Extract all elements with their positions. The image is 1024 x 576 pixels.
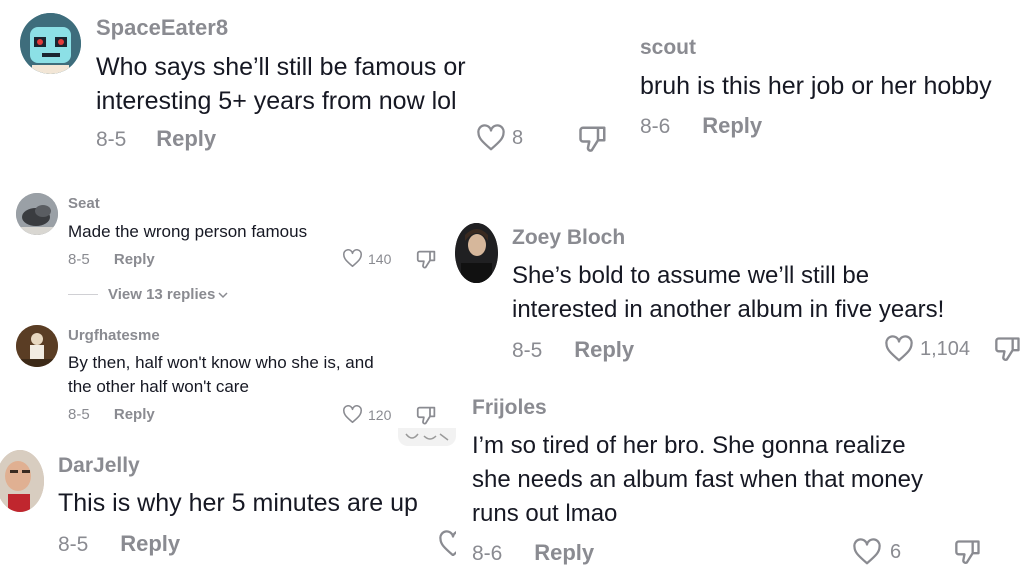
comment-date: 8-5	[96, 128, 127, 151]
comment-meta: 8-5 Reply	[58, 531, 180, 557]
comment-meta: 8-5 Reply	[68, 406, 155, 423]
avatar[interactable]	[455, 223, 498, 283]
like-button[interactable]: 120	[342, 405, 391, 424]
reply-button[interactable]: Reply	[114, 406, 155, 423]
avatar[interactable]	[16, 193, 58, 235]
comment-meta: 8-5 Reply	[68, 251, 155, 268]
chevron-down-icon	[218, 286, 228, 303]
comment-text: This is why her 5 minutes are up	[58, 489, 418, 517]
comment-date: 8-6	[472, 542, 503, 565]
dislike-button[interactable]	[994, 335, 1022, 368]
comment-text: bruh is this her job or her hobby	[640, 72, 992, 100]
reply-button[interactable]: Reply	[120, 531, 180, 557]
comment-meta: 8-6 Reply	[640, 113, 762, 139]
comment-date: 8-5	[68, 251, 90, 268]
thumbs-down-icon	[578, 126, 608, 158]
divider	[68, 294, 98, 295]
username[interactable]: scout	[640, 36, 696, 60]
comment-date: 8-5	[512, 339, 543, 362]
reply-button[interactable]: Reply	[574, 337, 634, 363]
heart-outline-icon	[342, 405, 363, 424]
view-replies-button[interactable]: View 13 replies	[68, 286, 228, 303]
username[interactable]: DarJelly	[58, 454, 140, 478]
avatar[interactable]	[20, 13, 81, 74]
username[interactable]: Zoey Bloch	[512, 226, 625, 250]
username[interactable]: Urgfhatesme	[68, 327, 160, 344]
like-button[interactable]: 8	[476, 124, 523, 152]
like-count: 120	[368, 406, 392, 423]
reply-button[interactable]: Reply	[114, 251, 155, 268]
username[interactable]: SpaceEater8	[96, 15, 228, 41]
comment-text: I’m so tired of her bro. She gonna reali…	[472, 432, 923, 527]
heart-outline-icon	[884, 335, 914, 363]
thumbs-down-icon	[994, 337, 1022, 367]
comment-date: 8-5	[68, 406, 90, 423]
username[interactable]: Frijoles	[472, 396, 547, 420]
comment-text: By then, half won't know who she is, and…	[68, 353, 374, 396]
comment-text: Who says she’ll still be famous or inter…	[96, 53, 466, 115]
heart-outline-icon	[476, 124, 506, 152]
like-count: 1,104	[920, 337, 971, 360]
comment-meta: 8-5 Reply	[96, 126, 216, 152]
heart-outline-icon	[342, 249, 363, 268]
like-count: 140	[368, 250, 392, 267]
comment-meta: 8-5 Reply	[512, 337, 634, 363]
like-button[interactable]: 140	[342, 249, 391, 268]
reply-button[interactable]: Reply	[156, 126, 216, 152]
dislike-button[interactable]	[578, 124, 608, 159]
thumbs-down-icon	[416, 250, 437, 274]
view-replies-label: View 13 replies	[108, 286, 216, 303]
like-count: 6	[890, 540, 902, 563]
dislike-button[interactable]	[416, 249, 437, 275]
comment-date: 8-5	[58, 533, 89, 556]
reply-button[interactable]: Reply	[534, 540, 594, 566]
comment-text: She’s bold to assume we’ll still be inte…	[512, 262, 945, 323]
dislike-button[interactable]	[954, 538, 982, 571]
like-count: 8	[512, 126, 524, 149]
reply-button[interactable]: Reply	[702, 113, 762, 139]
heart-outline-icon[interactable]	[438, 530, 456, 556]
heart-outline-icon	[852, 538, 882, 566]
like-button[interactable]: 6	[852, 538, 901, 566]
like-button[interactable]: 1,104	[884, 335, 970, 363]
comment-meta: 8-6 Reply	[472, 540, 594, 566]
username[interactable]: Seat	[68, 195, 100, 212]
avatar[interactable]	[16, 325, 58, 367]
avatar[interactable]	[0, 450, 44, 512]
sticker-fragment	[398, 428, 456, 446]
thumbs-down-icon	[954, 540, 982, 570]
comment-text: Made the wrong person famous	[68, 222, 308, 241]
comment-date: 8-6	[640, 115, 671, 138]
